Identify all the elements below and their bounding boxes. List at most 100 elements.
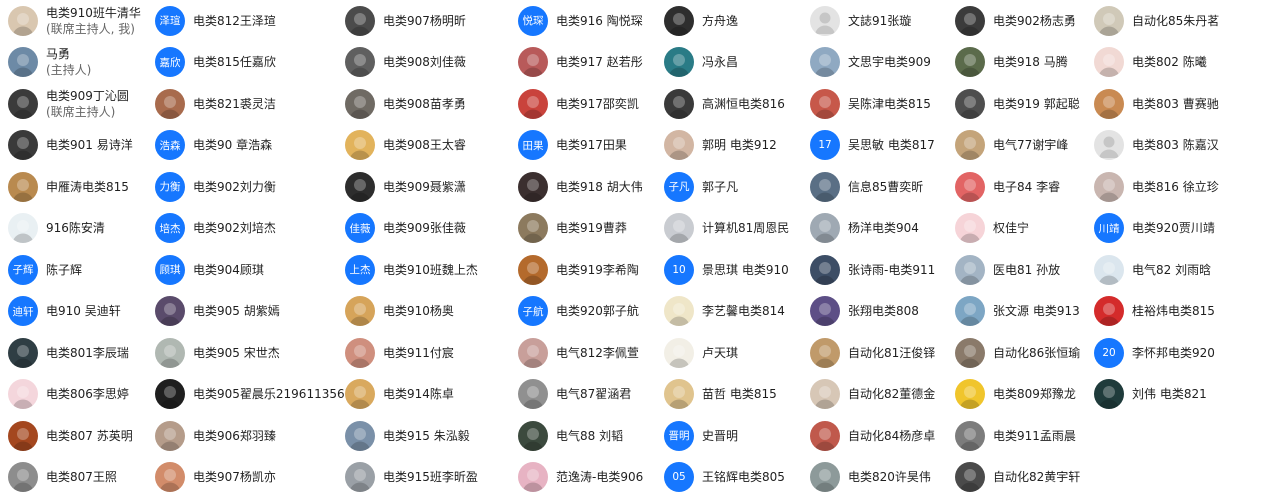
- participant-item[interactable]: 电类909丁沁圆 (联席主持人): [8, 83, 178, 125]
- participant-item[interactable]: 电类816 徐立珍: [1094, 166, 1264, 208]
- participant-item[interactable]: 电类803 曹赛驰: [1094, 83, 1264, 125]
- participant-item[interactable]: 电类908苗孝勇: [345, 83, 515, 125]
- participant-item[interactable]: 电类911孟雨晨: [955, 415, 1125, 457]
- participant-item[interactable]: 子航 电类920郭子航: [518, 291, 688, 333]
- participant-item[interactable]: 范逸涛-电类906: [518, 457, 688, 498]
- participant-item[interactable]: 电类907杨明昕: [345, 0, 515, 42]
- participant-name: 电气812李佩萱: [556, 345, 639, 360]
- participant-item[interactable]: 悦琛 电类916 陶悦琛: [518, 0, 688, 42]
- avatar: [155, 420, 185, 451]
- participant-item[interactable]: 李艺馨电类814: [664, 291, 834, 333]
- participant-item[interactable]: 电类908刘佳薇: [345, 42, 515, 84]
- participant-item[interactable]: 冯永昌: [664, 42, 834, 84]
- participant-item[interactable]: 电类905 胡紫嫣: [155, 291, 345, 333]
- participant-item[interactable]: 电气82 刘雨晗: [1094, 249, 1264, 291]
- participant-column: 电类910班牛清华 (联席主持人, 我) 马勇 (主持人) 电类909丁沁圆 (联席主持人…: [8, 0, 178, 498]
- participant-item[interactable]: 高渊恒电类816: [664, 83, 834, 125]
- participant-item[interactable]: 上杰 电类910班魏上杰: [345, 249, 515, 291]
- avatar-initials: 培杰: [159, 222, 181, 235]
- participant-item[interactable]: 05 王铭辉电类805: [664, 457, 834, 498]
- participant-item[interactable]: 浩森 电类90 章浩森: [155, 125, 345, 167]
- participant-item[interactable]: 自动化82黄宇轩: [955, 457, 1125, 498]
- avatar: 上杰: [345, 254, 375, 285]
- participant-item[interactable]: 电类917邵奕凯: [518, 83, 688, 125]
- participant-item[interactable]: 培杰 电类902刘培杰: [155, 208, 345, 250]
- participant-item[interactable]: 苗哲 电类815: [664, 374, 834, 416]
- participant-item[interactable]: 电类905翟晨乐2196113563: [155, 374, 352, 416]
- participant-item[interactable]: 电类915班李昕盈: [345, 457, 515, 498]
- participant-name-block: 文誌91张璇: [848, 13, 911, 29]
- participant-item[interactable]: 916陈安清: [8, 208, 178, 250]
- participant-item[interactable]: 电类806李思婷: [8, 374, 178, 416]
- participant-item[interactable]: 电类807 苏英明: [8, 415, 178, 457]
- participant-name: 王铭辉电类805: [702, 470, 785, 485]
- participant-item[interactable]: 电类821裘灵洁: [155, 83, 345, 125]
- participant-name: 郭明 电类912: [702, 138, 777, 153]
- participant-item[interactable]: 电类919李希陶: [518, 249, 688, 291]
- participant-item[interactable]: 佳薇 电类909张佳薇: [345, 208, 515, 250]
- participant-item[interactable]: 电气812李佩萱: [518, 332, 688, 374]
- participant-item[interactable]: 电类909聂紫潇: [345, 166, 515, 208]
- participant-item[interactable]: 电类901 易诗洋: [8, 125, 178, 167]
- participant-item[interactable]: 川靖 电类920贾川靖: [1094, 208, 1264, 250]
- avatar: [345, 88, 375, 119]
- participant-item[interactable]: 电气88 刘韬: [518, 415, 688, 457]
- participant-name-block: 史晋明: [702, 428, 738, 444]
- participant-item[interactable]: 电类906郑羽臻: [155, 415, 345, 457]
- participant-item[interactable]: 自动化85朱丹茗: [1094, 0, 1264, 42]
- participant-name: 电类816 徐立珍: [1132, 179, 1219, 194]
- participant-item[interactable]: 电气87翟涵君: [518, 374, 688, 416]
- participant-item[interactable]: 顾琪 电类904顾琪: [155, 249, 345, 291]
- participant-name-block: 电类918 胡大伟: [556, 179, 643, 195]
- participant-name-block: 电类917邵奕凯: [556, 96, 639, 112]
- participant-item[interactable]: 电类917 赵若彤: [518, 42, 688, 84]
- participant-item[interactable]: 刘伟 电类821: [1094, 374, 1264, 416]
- participant-item[interactable]: 力衡 电类902刘力衡: [155, 166, 345, 208]
- participant-name: 电类910杨奥: [383, 304, 454, 319]
- participant-item[interactable]: 申雁涛电类815: [8, 166, 178, 208]
- participant-item[interactable]: 郭明 电类912: [664, 125, 834, 167]
- participant-item[interactable]: 迪轩 电910 吴迪轩: [8, 291, 178, 333]
- participant-item[interactable]: 20 李怀邦电类920: [1094, 332, 1264, 374]
- participant-item[interactable]: 电类907杨凯亦: [155, 457, 345, 498]
- participant-item[interactable]: 电类802 陈曦: [1094, 42, 1264, 84]
- participant-item[interactable]: 电类807王照: [8, 457, 178, 498]
- participant-item[interactable]: 子凡 郭子凡: [664, 166, 834, 208]
- participant-item[interactable]: 电类915 朱泓毅: [345, 415, 515, 457]
- participant-item[interactable]: 10 景思琪 电类910: [664, 249, 834, 291]
- participant-item[interactable]: 电类919曹莽: [518, 208, 688, 250]
- participant-item[interactable]: 电类905 宋世杰: [155, 332, 345, 374]
- participant-name: 916陈安清: [46, 221, 105, 236]
- participant-item[interactable]: 晋明 史晋明: [664, 415, 834, 457]
- participant-item[interactable]: 电类908王太睿: [345, 125, 515, 167]
- participant-name: 电气88 刘韬: [556, 428, 624, 443]
- participant-item[interactable]: 计算机81周恩民: [664, 208, 834, 250]
- participant-item[interactable]: 电类910班牛清华 (联席主持人, 我): [8, 0, 178, 42]
- participant-name: 自动化85朱丹茗: [1132, 13, 1220, 28]
- participant-item[interactable]: 泽瑄 电类812王泽瑄: [155, 0, 345, 42]
- participant-name: 电类801李辰瑞: [46, 345, 129, 360]
- participant-name: 电类809郑豫龙: [993, 387, 1076, 402]
- participant-name: 电类919曹莽: [556, 221, 627, 236]
- participant-item[interactable]: 电类914陈卓: [345, 374, 515, 416]
- participant-item[interactable]: 子辉 陈子辉: [8, 249, 178, 291]
- participant-item[interactable]: 电类803 陈嘉汉: [1094, 125, 1264, 167]
- avatar: [345, 296, 375, 327]
- participant-item[interactable]: 桂裕炜电类815: [1094, 291, 1264, 333]
- participant-name: 电类807王照: [46, 470, 117, 485]
- participant-item[interactable]: 卢天琪: [664, 332, 834, 374]
- participant-item[interactable]: 电类918 胡大伟: [518, 166, 688, 208]
- participant-item[interactable]: 电类801李辰瑞: [8, 332, 178, 374]
- avatar: 顾琪: [155, 254, 185, 285]
- participant-item[interactable]: 田果 电类917田果: [518, 125, 688, 167]
- participant-name: 电类910班牛清华: [46, 5, 141, 20]
- participant-name-block: 电类803 曹赛驰: [1132, 96, 1219, 112]
- participant-item[interactable]: 电类910杨奥: [345, 291, 515, 333]
- participant-item[interactable]: 马勇 (主持人): [8, 42, 178, 84]
- participant-name-block: 文思宇电类909: [848, 54, 931, 70]
- participant-item[interactable]: 电类911付宸: [345, 332, 515, 374]
- participant-name: 电类919李希陶: [556, 262, 639, 277]
- participant-item[interactable]: 嘉欣 电类815任嘉欣: [155, 42, 345, 84]
- avatar: [664, 47, 694, 78]
- participant-item[interactable]: 方舟逸: [664, 0, 834, 42]
